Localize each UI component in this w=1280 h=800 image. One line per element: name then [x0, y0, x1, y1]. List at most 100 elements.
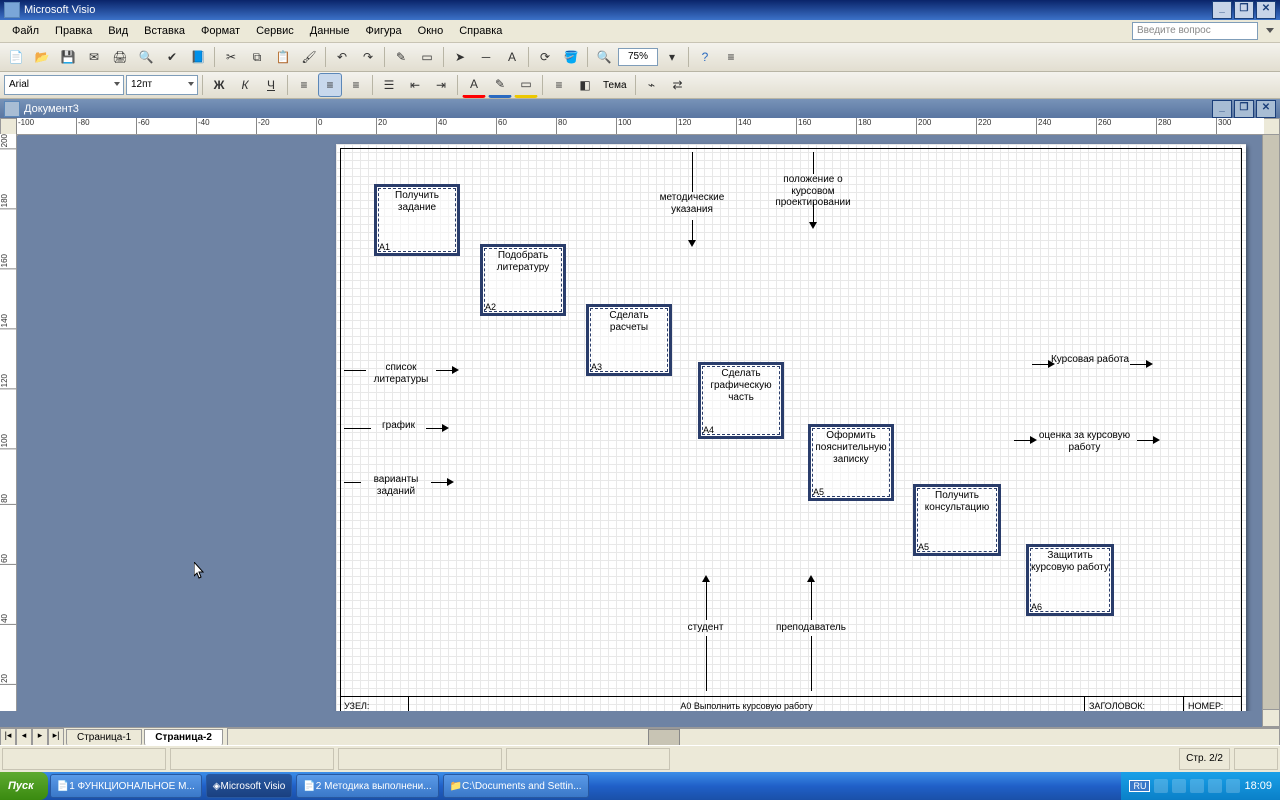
undo-icon[interactable]: ↶	[330, 45, 354, 69]
tab-nav-next[interactable]: ▸	[32, 728, 48, 746]
zoom-glass-icon[interactable]: 🔍	[592, 45, 616, 69]
tray-icon[interactable]	[1154, 779, 1168, 793]
menu-help[interactable]: Справка	[451, 23, 510, 39]
align-right-icon[interactable]: ≡	[344, 73, 368, 97]
font-color-icon[interactable]: A	[462, 72, 486, 98]
preview-icon[interactable]: 🔍	[134, 45, 158, 69]
restore-button[interactable]: ❐	[1234, 1, 1254, 19]
font-name-combo[interactable]: Arial	[4, 75, 124, 95]
zoom-combo[interactable]: 75%	[618, 48, 658, 66]
cut-icon[interactable]: ✂	[219, 45, 243, 69]
idef-box-A5[interactable]: Оформить пояснительную запискуA5	[808, 424, 894, 501]
connector-icon[interactable]: ─	[474, 45, 498, 69]
indent-dec-icon[interactable]: ⇤	[403, 73, 427, 97]
print-icon[interactable]: 🖨	[108, 45, 132, 69]
menu-edit[interactable]: Правка	[47, 23, 100, 39]
status-cell-3	[338, 748, 502, 770]
fill-bucket-icon[interactable]: 🪣	[559, 45, 583, 69]
tray-icon[interactable]	[1172, 779, 1186, 793]
menu-format[interactable]: Формат	[193, 23, 248, 39]
bullets-icon[interactable]: ☰	[377, 73, 401, 97]
ruler-tick: 120	[0, 374, 16, 389]
format-painter-icon[interactable]: 🖌	[297, 45, 321, 69]
font-size-combo[interactable]: 12пт	[126, 75, 198, 95]
tray-icon[interactable]	[1190, 779, 1204, 793]
doc-minimize-button[interactable]: _	[1212, 100, 1232, 118]
idef-box-A4[interactable]: Сделать графическую частьA4	[698, 362, 784, 439]
paste-icon[interactable]: 📋	[271, 45, 295, 69]
menu-data[interactable]: Данные	[302, 23, 358, 39]
menu-view[interactable]: Вид	[100, 23, 136, 39]
menu-tools[interactable]: Сервис	[248, 23, 302, 39]
work-area: -100-80-60-40-20020406080100120140160180…	[0, 118, 1280, 746]
tray-icon[interactable]	[1208, 779, 1222, 793]
indent-inc-icon[interactable]: ⇥	[429, 73, 453, 97]
idef-box-A2[interactable]: Подобрать литературуA2	[480, 244, 566, 316]
taskbar-button-1[interactable]: 📄 1 ФУНКЦИОНАЛЬНОЕ М...	[50, 774, 202, 798]
mail-icon[interactable]: ✉	[82, 45, 106, 69]
menu-insert[interactable]: Вставка	[136, 23, 193, 39]
tab-nav-last[interactable]: ▸|	[48, 728, 64, 746]
zoom-dropdown-icon[interactable]: ▾	[660, 45, 684, 69]
tab-page-1[interactable]: Страница-1	[66, 729, 142, 746]
menu-shape[interactable]: Фигура	[358, 23, 410, 39]
tray-icon[interactable]	[1226, 779, 1240, 793]
line-weight-icon[interactable]: ≡	[547, 73, 571, 97]
line-color-icon[interactable]: ✎	[488, 72, 512, 98]
line-ends-icon[interactable]: ⇄	[666, 73, 690, 97]
tab-page-2[interactable]: Страница-2	[144, 729, 223, 746]
tab-nav-prev[interactable]: ◂	[16, 728, 32, 746]
status-cell-4	[506, 748, 670, 770]
research-icon[interactable]: 📘	[186, 45, 210, 69]
idef-box-A6[interactable]: Защитить курсовую работуA6	[1026, 544, 1114, 616]
shapes-icon[interactable]: ▭	[415, 45, 439, 69]
tab-nav-first[interactable]: |◂	[0, 728, 16, 746]
idef-box-A5b[interactable]: Получить консультациюA5	[913, 484, 1001, 556]
menu-window[interactable]: Окно	[410, 23, 452, 39]
redo-icon[interactable]: ↷	[356, 45, 380, 69]
save-icon[interactable]: 💾	[56, 45, 80, 69]
fill-color-icon[interactable]: ▭	[514, 72, 538, 98]
theme-icon[interactable]: ◧	[573, 73, 597, 97]
line-pattern-icon[interactable]: ⌁	[640, 73, 664, 97]
ask-question-box[interactable]: Введите вопрос	[1132, 22, 1258, 40]
minimize-button[interactable]: _	[1212, 1, 1232, 19]
canvas[interactable]: -100-80-60-40-20020406080100120140160180…	[0, 118, 1280, 727]
taskbar-button-visio[interactable]: ◈ Microsoft Visio	[206, 774, 293, 798]
ruler-tick: 220	[976, 118, 991, 134]
vertical-scrollbar[interactable]	[1262, 134, 1280, 711]
copy-icon[interactable]: ⧉	[245, 45, 269, 69]
arrow-line	[344, 428, 371, 429]
ink-icon[interactable]: ✎	[389, 45, 413, 69]
ruler-tick: 200	[916, 118, 931, 134]
text-tool-icon[interactable]: A	[500, 45, 524, 69]
spell-icon[interactable]: ✔	[160, 45, 184, 69]
close-button[interactable]: ✕	[1256, 1, 1276, 19]
align-left-icon[interactable]: ≡	[292, 73, 316, 97]
taskbar-button-4[interactable]: 📁 C:\Documents and Settin...	[443, 774, 589, 798]
toolbar-options-icon[interactable]: ≡	[719, 45, 743, 69]
idef-box-A1[interactable]: Получить заданиеA1	[374, 184, 460, 256]
new-icon[interactable]: 📄	[4, 45, 28, 69]
italic-icon[interactable]: К	[233, 73, 257, 97]
help-icon[interactable]: ?	[693, 45, 717, 69]
menu-file[interactable]: Файл	[4, 23, 47, 39]
doc-close-button[interactable]: ✕	[1256, 100, 1276, 118]
diagram-bottom-label: преподаватель	[766, 622, 856, 634]
doc-restore-button[interactable]: ❐	[1234, 100, 1254, 118]
pointer-icon[interactable]: ➤	[448, 45, 472, 69]
ask-dropdown-icon[interactable]	[1264, 25, 1276, 37]
lang-indicator[interactable]: RU	[1129, 780, 1150, 792]
idef-box-A3[interactable]: Сделать расчетыA3	[586, 304, 672, 376]
bold-icon[interactable]: Ж	[207, 73, 231, 97]
taskbar-button-3[interactable]: 📄 2 Методика выполнени...	[296, 774, 438, 798]
drawing-page[interactable]: Получить заданиеA1 Подобрать литературуA2…	[336, 144, 1246, 711]
underline-icon[interactable]: Ч	[259, 73, 283, 97]
align-center-icon[interactable]: ≡	[318, 73, 342, 97]
horizontal-scrollbar[interactable]	[227, 728, 1280, 746]
open-icon[interactable]: 📂	[30, 45, 54, 69]
tray-clock[interactable]: 18:09	[1244, 780, 1272, 792]
rotate-icon[interactable]: ⟳	[533, 45, 557, 69]
arrow-head-icon	[688, 240, 696, 247]
start-button[interactable]: Пуск	[0, 772, 48, 800]
